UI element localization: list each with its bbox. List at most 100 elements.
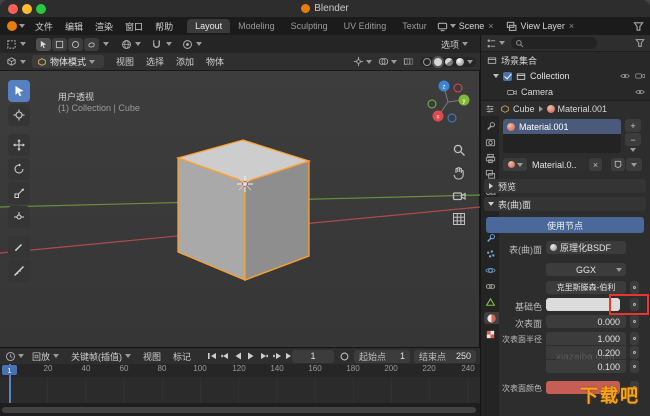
- mode-dropdown[interactable]: 物体模式: [32, 55, 104, 68]
- tab-texture-paint[interactable]: Textur: [394, 19, 429, 33]
- play-button[interactable]: [246, 351, 256, 361]
- breadcrumb-object[interactable]: Cube: [513, 104, 535, 114]
- outliner-filter-icon[interactable]: [635, 38, 645, 48]
- render-menu[interactable]: 渲染: [89, 20, 119, 33]
- shading-solid-button[interactable]: [434, 58, 442, 66]
- preview-panel-header[interactable]: 预览: [484, 179, 646, 193]
- snapping-dropdown[interactable]: [166, 42, 172, 46]
- pan-view-button[interactable]: [452, 166, 466, 180]
- next-frame-button[interactable]: [259, 351, 269, 361]
- gizmo-y-neg[interactable]: [428, 100, 436, 108]
- collection-checkbox[interactable]: [503, 72, 512, 81]
- shading-wireframe-button[interactable]: [423, 58, 431, 66]
- options-dropdown[interactable]: 选项: [441, 38, 468, 51]
- outliner-search-input[interactable]: [511, 37, 597, 49]
- xray-toggle[interactable]: [403, 56, 414, 67]
- help-menu[interactable]: 帮助: [149, 20, 179, 33]
- gizmo-x-neg[interactable]: [454, 84, 462, 92]
- use-nodes-button[interactable]: 使用节点: [486, 217, 644, 233]
- add-slot-button[interactable]: +: [625, 119, 641, 132]
- view-layer-selector[interactable]: View Layer ×: [506, 21, 575, 32]
- current-frame-field[interactable]: 1: [292, 350, 334, 363]
- outliner-row-camera[interactable]: Camera: [481, 84, 650, 100]
- file-menu[interactable]: 文件: [29, 20, 59, 33]
- select-mode-subtract-button[interactable]: [68, 38, 83, 51]
- shading-rendered-button[interactable]: [456, 58, 464, 66]
- jump-to-start-button[interactable]: [207, 351, 217, 361]
- render-visibility-icon[interactable]: [635, 72, 645, 80]
- slot-specials-dropdown[interactable]: [625, 148, 641, 152]
- add-menu[interactable]: 添加: [170, 55, 200, 68]
- annotate-tool[interactable]: [8, 236, 30, 258]
- maximize-window-button[interactable]: [36, 4, 46, 14]
- animate-radius-button[interactable]: [630, 332, 639, 345]
- eye-icon[interactable]: [620, 72, 630, 80]
- cursor-tool[interactable]: [8, 104, 30, 126]
- rotate-tool[interactable]: [8, 158, 30, 180]
- select-box-tool[interactable]: [8, 80, 30, 102]
- tab-tool[interactable]: [484, 120, 496, 132]
- next-keyframe-button[interactable]: [272, 351, 282, 361]
- surface-shader-dropdown[interactable]: 原理化BSDF: [546, 241, 626, 254]
- play-reverse-button[interactable]: [233, 351, 243, 361]
- object-menu[interactable]: 物体: [200, 55, 230, 68]
- scene-selector[interactable]: Scene ×: [437, 21, 494, 32]
- animate-radius-button[interactable]: [630, 346, 639, 359]
- properties-editor-icon[interactable]: [485, 104, 495, 114]
- eye-icon[interactable]: [635, 88, 645, 96]
- tab-output[interactable]: [484, 152, 496, 164]
- prev-keyframe-button[interactable]: [220, 351, 230, 361]
- tab-layout[interactable]: Layout: [187, 19, 230, 33]
- cube-object[interactable]: [178, 140, 309, 280]
- timeline-view-menu[interactable]: 视图: [137, 350, 167, 363]
- remove-slot-button[interactable]: −: [625, 133, 641, 146]
- select-mode-dropdown[interactable]: [103, 42, 109, 46]
- breadcrumb-material[interactable]: Material.001: [558, 104, 608, 114]
- active-tool-dropdown[interactable]: [0, 39, 30, 50]
- zoom-view-button[interactable]: [452, 143, 466, 157]
- scale-tool[interactable]: [8, 182, 30, 204]
- gizmo-z-neg[interactable]: [448, 114, 456, 122]
- frame-start-field[interactable]: 起始点 1: [354, 350, 410, 363]
- unlink-material-button[interactable]: ×: [589, 158, 602, 171]
- camera-view-button[interactable]: [452, 189, 466, 203]
- snap-toggle[interactable]: [151, 39, 162, 50]
- move-tool[interactable]: [8, 134, 30, 156]
- frame-end-field[interactable]: 结束点 250: [414, 350, 476, 363]
- editor-type-dropdown[interactable]: [0, 56, 30, 67]
- shading-dropdown[interactable]: [467, 60, 473, 64]
- marker-menu[interactable]: 标记: [167, 350, 197, 363]
- keying-menu[interactable]: 关键帧(插值): [65, 350, 137, 363]
- material-name-field[interactable]: Material.0..: [528, 158, 588, 171]
- close-window-button[interactable]: [8, 4, 18, 14]
- select-mode-new-button[interactable]: [36, 38, 51, 51]
- subsurface-slider[interactable]: 0.000: [546, 315, 626, 328]
- playhead-badge[interactable]: 1: [2, 365, 17, 375]
- distribution-dropdown[interactable]: GGX: [546, 263, 626, 276]
- timeline-editor-dropdown[interactable]: [0, 351, 24, 362]
- navigation-gizmo[interactable]: z y x: [424, 78, 472, 126]
- overlays-dropdown[interactable]: [378, 56, 397, 67]
- transform-tool[interactable]: [8, 206, 30, 228]
- material-slot-selected[interactable]: Material.001: [503, 119, 621, 134]
- new-material-button[interactable]: [626, 158, 642, 171]
- subsurface-method-dropdown[interactable]: 克里斯滕森-伯利: [546, 281, 626, 294]
- animate-subsurface-method-button[interactable]: [630, 281, 639, 294]
- shading-material-button[interactable]: [445, 58, 453, 66]
- auto-keying-toggle[interactable]: [340, 352, 349, 361]
- viewport-canvas[interactable]: 用户透视 (1) Collection | Cube z: [0, 71, 480, 347]
- animate-subsurface-button[interactable]: [630, 315, 639, 328]
- animate-radius-button[interactable]: [630, 360, 639, 373]
- outliner-row-scene-collection[interactable]: 场景集合: [481, 52, 650, 68]
- outliner-editor-dropdown[interactable]: [481, 38, 505, 49]
- scene-unlink-icon[interactable]: ×: [488, 21, 493, 31]
- gizmo-dropdown[interactable]: [353, 56, 372, 67]
- timeline-scrollbar[interactable]: [2, 407, 476, 413]
- tab-sculpting[interactable]: Sculpting: [283, 19, 336, 33]
- tab-uv-editing[interactable]: UV Editing: [336, 19, 395, 33]
- surface-panel-header[interactable]: 表(曲)面: [484, 197, 646, 211]
- minimize-window-button[interactable]: [22, 4, 32, 14]
- select-mode-intersect-button[interactable]: [84, 38, 99, 51]
- select-mode-extend-button[interactable]: [52, 38, 67, 51]
- timeline-ruler[interactable]: 20 40 60 80 100 120 140 160 180 200 220 …: [0, 364, 480, 377]
